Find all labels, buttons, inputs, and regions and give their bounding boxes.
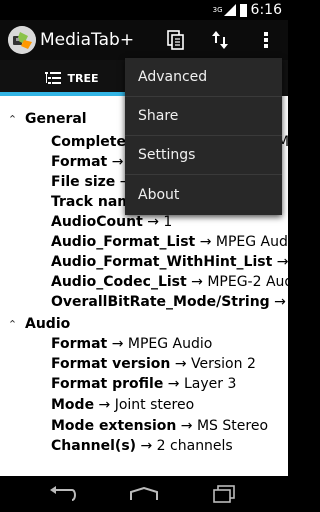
app-logo-icon[interactable] — [8, 26, 36, 54]
section-audio-label: Audio — [25, 316, 71, 332]
tree-row: Format profile → Layer 3 — [51, 376, 237, 392]
tree-row: AudioCount → 1 — [51, 214, 173, 230]
tree-row: Audio_Format_WithHint_List → MPEG — [51, 254, 288, 270]
copy-icon[interactable] — [162, 26, 190, 54]
tree-icon — [45, 72, 62, 84]
tree-row: Format → MPEG Audio — [51, 336, 213, 352]
status-bar: 3G 6:16 — [0, 0, 288, 20]
tree-row: Channel(s) → 2 channels — [51, 438, 233, 454]
network-type: 3G — [212, 6, 223, 14]
tree-row: Format version → Version 2 — [51, 356, 256, 372]
menu-item-advanced[interactable]: Advanced — [125, 58, 282, 97]
sort-icon[interactable] — [206, 26, 234, 54]
tree-row: Mode extension → MS Stereo — [51, 418, 269, 434]
menu-item-settings[interactable]: Settings — [125, 136, 282, 175]
status-indicators: 3G 6:16 — [213, 2, 282, 18]
overflow-menu: Advanced Share Settings About — [125, 58, 282, 215]
back-icon[interactable] — [46, 482, 82, 506]
tree-row: Mode → Joint stereo — [51, 397, 195, 413]
tree-row: File size → — [51, 174, 132, 190]
tab-tree[interactable]: TREE — [0, 60, 144, 96]
section-audio[interactable]: ⌃ Audio — [0, 314, 70, 335]
section-general-label: General — [25, 111, 87, 127]
nav-bar — [0, 476, 288, 512]
chevron-up-icon[interactable]: ⌃ — [0, 110, 25, 130]
action-bar: MediaTab+ — [0, 20, 288, 60]
battery-icon — [239, 3, 247, 17]
app-title: MediaTab+ — [40, 30, 135, 50]
status-time: 6:16 — [250, 2, 282, 18]
tab-tree-label: TREE — [67, 71, 99, 85]
menu-item-share[interactable]: Share — [125, 97, 282, 136]
section-general[interactable]: ⌃ General — [0, 109, 87, 130]
signal-icon — [223, 4, 236, 16]
tree-row: Audio_Codec_List → MPEG-2 Audio l — [51, 274, 288, 290]
more-vert-icon[interactable] — [252, 26, 280, 54]
home-icon[interactable] — [126, 482, 162, 506]
tree-row: Audio_Format_List → MPEG Audio — [51, 234, 288, 250]
menu-item-about[interactable]: About — [125, 175, 282, 214]
chevron-up-icon[interactable]: ⌃ — [0, 315, 25, 335]
recent-apps-icon[interactable] — [206, 482, 242, 506]
tree-row: OverallBitRate_Mode/String → Varial — [51, 294, 288, 310]
